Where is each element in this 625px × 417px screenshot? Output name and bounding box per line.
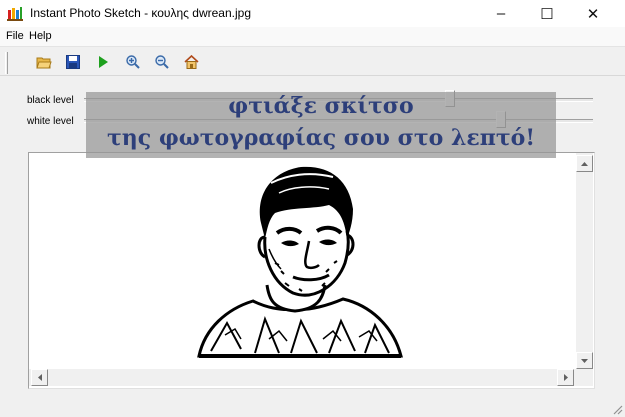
arrow-left-icon (37, 374, 42, 381)
promo-overlay: φτιάξε σκίτσο της φωτογραφίας σου στο λε… (86, 92, 556, 158)
toolbar (0, 48, 625, 76)
window-title: Instant Photo Sketch - κουλης dwrean.jpg (30, 6, 251, 20)
home-icon (183, 55, 199, 69)
arrow-right-icon (563, 374, 568, 381)
vertical-scrollbar[interactable] (576, 153, 593, 369)
scroll-down-button[interactable] (576, 352, 593, 369)
arrow-up-icon (581, 161, 588, 166)
horizontal-scrollbar[interactable] (29, 369, 576, 386)
scroll-right-button[interactable] (557, 369, 574, 386)
title-bar[interactable]: Instant Photo Sketch - κουλης dwrean.jpg… (0, 0, 625, 27)
home-button[interactable] (182, 53, 200, 71)
white-level-label: white level (27, 116, 74, 127)
resize-grip-icon[interactable] (609, 401, 623, 415)
menu-file[interactable]: File (6, 30, 24, 42)
scroll-up-button[interactable] (576, 155, 593, 172)
open-button[interactable] (35, 53, 53, 71)
app-window: Instant Photo Sketch - κουλης dwrean.jpg… (0, 0, 625, 417)
play-icon (99, 56, 108, 68)
zoom-in-icon (126, 55, 140, 69)
zoom-in-button[interactable] (124, 53, 142, 71)
zoom-out-button[interactable] (153, 53, 171, 71)
scroll-left-button[interactable] (31, 369, 48, 386)
save-icon (66, 55, 80, 69)
app-icon (7, 7, 23, 21)
menu-help[interactable]: Help (29, 30, 52, 42)
minimize-button[interactable]: – (478, 0, 524, 27)
maximize-button[interactable]: ☐ (524, 0, 570, 27)
scrollbar-corner (576, 369, 593, 386)
run-button[interactable] (94, 53, 112, 71)
promo-line-1: φτιάξε σκίτσο (228, 93, 414, 119)
zoom-out-icon (155, 55, 169, 69)
sketch-portrait-image (197, 166, 403, 358)
menu-bar: File Help (0, 27, 625, 47)
save-button[interactable] (64, 53, 82, 71)
promo-line-2: της φωτογραφίας σου στο λεπτό! (106, 125, 535, 151)
black-level-label: black level (27, 95, 74, 106)
image-canvas[interactable] (28, 152, 595, 389)
open-folder-icon (36, 57, 52, 69)
toolbar-grip[interactable] (5, 52, 8, 74)
arrow-down-icon (581, 358, 588, 363)
close-button[interactable]: ✕ (570, 0, 616, 27)
